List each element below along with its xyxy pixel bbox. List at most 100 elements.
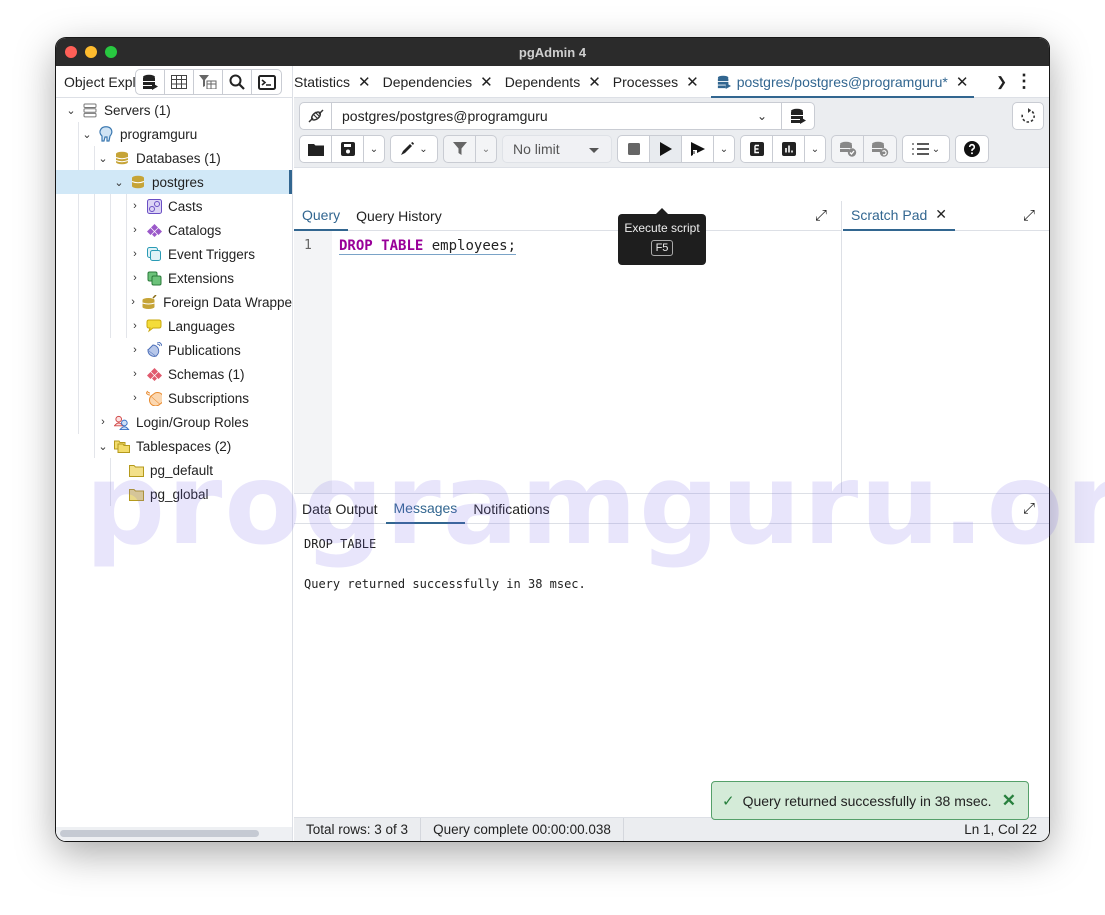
tree-node-extensions[interactable]: › Extensions <box>56 266 292 290</box>
tree-node-event-triggers[interactable]: › Event Triggers <box>56 242 292 266</box>
query-complete-status: Query complete 00:00:00.038 <box>421 817 624 841</box>
scratch-pad-textarea[interactable] <box>843 232 1049 493</box>
chevron-right-icon[interactable]: › <box>128 224 142 236</box>
transaction-button-group <box>831 135 897 163</box>
close-window-button[interactable] <box>65 46 77 58</box>
tab-query-tool[interactable]: postgres/postgres@programguru* ✕ <box>710 66 975 98</box>
chevron-down-icon[interactable]: ⌄ <box>80 128 94 141</box>
tab-messages[interactable]: Messages <box>385 494 466 524</box>
chevron-right-icon[interactable]: › <box>128 392 142 404</box>
save-file-button[interactable] <box>332 136 364 162</box>
psql-tool-button[interactable] <box>252 70 281 94</box>
chevron-right-icon[interactable]: › <box>128 320 142 332</box>
tab-scratch-pad[interactable]: Scratch Pad ✕ <box>843 201 955 231</box>
search-objects-button[interactable] <box>223 70 252 94</box>
tab-query-history[interactable]: Query History <box>348 201 450 231</box>
maximize-panel-icon[interactable]: ⤢ <box>815 207 827 224</box>
tab-statistics[interactable]: Statistics ✕ <box>294 66 371 98</box>
results-tab-bar: Data Output Messages Notifications ⤢ <box>294 494 1049 524</box>
tree-node-postgres-db[interactable]: ⌄ postgres <box>56 170 292 194</box>
horizontal-scrollbar-thumb[interactable] <box>60 830 259 837</box>
close-tab-icon[interactable]: ✕ <box>686 73 699 91</box>
explain-analyze-button[interactable] <box>773 136 805 162</box>
tree-node-casts[interactable]: › Casts <box>56 194 292 218</box>
tooltip-shortcut: F5 <box>650 240 674 256</box>
chevron-right-icon[interactable]: › <box>128 200 142 212</box>
chevron-right-icon[interactable]: › <box>128 248 142 260</box>
tree-node-languages[interactable]: › Languages <box>56 314 292 338</box>
chevron-down-icon[interactable]: ⌄ <box>112 176 126 189</box>
tab-notifications[interactable]: Notifications <box>465 494 557 524</box>
tab-dependents[interactable]: Dependents ✕ <box>505 66 601 98</box>
tree-node-databases[interactable]: ⌄ Databases (1) <box>56 146 292 170</box>
object-explorer-title[interactable]: Object Explorer <box>56 74 136 90</box>
tree-node-pg-default[interactable]: pg_default <box>56 458 292 482</box>
tab-query[interactable]: Query <box>294 201 349 231</box>
execute-with-options-button[interactable] <box>682 136 714 162</box>
chevron-right-icon[interactable]: › <box>128 344 142 356</box>
maximize-window-button[interactable] <box>105 46 117 58</box>
save-options-dropdown[interactable]: ⌄ <box>364 136 384 162</box>
explain-button[interactable] <box>741 136 773 162</box>
tablespaces-icon <box>114 440 130 453</box>
close-tab-icon[interactable]: ✕ <box>480 73 493 91</box>
row-limit-value: No limit <box>513 141 560 157</box>
chevron-down-icon[interactable]: ⌄ <box>64 104 78 117</box>
reset-layout-button[interactable] <box>1012 102 1044 130</box>
tree-node-pg-global[interactable]: pg_global <box>56 482 292 506</box>
chevron-down-icon: ⌄ <box>810 143 820 155</box>
tab-dependencies[interactable]: Dependencies ✕ <box>383 66 493 98</box>
rollback-button[interactable] <box>864 136 896 162</box>
tree-node-tablespaces[interactable]: ⌄ Tablespaces (2) <box>56 434 292 458</box>
help-button[interactable] <box>956 136 988 162</box>
chevron-down-icon[interactable]: ⌄ <box>96 440 110 453</box>
more-options-icon[interactable]: ⋮ <box>1015 71 1033 92</box>
execute-options-dropdown[interactable]: ⌄ <box>714 136 734 162</box>
maximize-panel-icon[interactable]: ⤢ <box>1023 500 1035 517</box>
stop-query-button[interactable] <box>618 136 650 162</box>
close-tab-icon[interactable]: ✕ <box>935 206 947 223</box>
foreign-data-wrappers-icon <box>142 294 157 309</box>
close-toast-icon[interactable]: ✕ <box>1002 791 1016 811</box>
filtered-rows-button[interactable] <box>194 70 223 94</box>
filter-button[interactable] <box>444 136 476 162</box>
filter-options-dropdown[interactable]: ⌄ <box>476 136 496 162</box>
macros-button[interactable]: ⌄ <box>903 136 949 162</box>
tree-node-schemas[interactable]: › Schemas (1) <box>56 362 292 386</box>
tab-processes[interactable]: Processes ✕ <box>613 66 699 98</box>
chevron-right-icon[interactable]: › <box>96 416 110 428</box>
tree-node-foreign-data-wrappers[interactable]: › Foreign Data Wrappe <box>56 290 292 314</box>
cursor-position: Ln 1, Col 22 <box>964 822 1037 837</box>
chevron-right-icon[interactable]: › <box>128 272 142 284</box>
open-file-button[interactable] <box>300 136 332 162</box>
row-limit-select[interactable]: No limit <box>502 135 612 163</box>
tab-data-output[interactable]: Data Output <box>294 494 386 524</box>
maximize-panel-icon[interactable]: ⤢ <box>1023 207 1035 224</box>
execute-script-button[interactable] <box>650 136 682 162</box>
connection-dropdown[interactable]: postgres/postgres@programguru ⌄ <box>332 103 782 129</box>
chevron-right-icon[interactable]: › <box>128 296 138 308</box>
query-tool-button[interactable] <box>136 70 165 94</box>
folder-icon <box>128 464 144 477</box>
tree-node-login-group-roles[interactable]: › Login/Group Roles <box>56 410 292 434</box>
chevron-down-icon[interactable]: ⌄ <box>96 152 110 165</box>
connection-status-button[interactable] <box>300 103 332 129</box>
view-data-button[interactable] <box>165 70 194 94</box>
new-connection-button[interactable] <box>782 103 814 129</box>
sql-editor[interactable]: DROP TABLE employees; <box>339 238 517 255</box>
explain-options-dropdown[interactable]: ⌄ <box>805 136 825 162</box>
tree-node-catalogs[interactable]: › Catalogs <box>56 218 292 242</box>
minimize-window-button[interactable] <box>85 46 97 58</box>
tree-node-subscriptions[interactable]: › Subscriptions <box>56 386 292 410</box>
chevron-right-icon[interactable]: › <box>128 368 142 380</box>
tree-node-servers[interactable]: ⌄ Servers (1) <box>56 98 292 122</box>
tree-node-publications[interactable]: › Publications <box>56 338 292 362</box>
tab-label: Dependencies <box>382 73 473 90</box>
close-tab-icon[interactable]: ✕ <box>588 73 601 91</box>
tree-node-server-programguru[interactable]: ⌄ programguru <box>56 122 292 146</box>
commit-button[interactable] <box>832 136 864 162</box>
close-tab-icon[interactable]: ✕ <box>358 73 371 91</box>
close-tab-icon[interactable]: ✕ <box>956 73 969 91</box>
tab-overflow-chevron-icon[interactable]: ❯ <box>996 74 1007 90</box>
edit-menu-button[interactable]: ⌄ <box>391 136 437 162</box>
